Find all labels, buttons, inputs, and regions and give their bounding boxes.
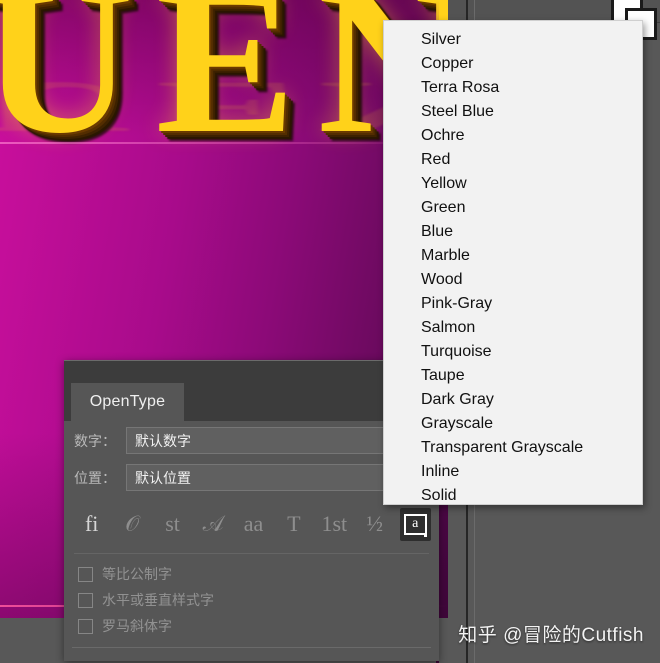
opentype-divider [74,553,429,554]
alternate-glyph-box: a [403,513,427,535]
stylistic-alternates-icon[interactable]: aa [238,508,269,541]
ordinals-icon[interactable]: 1st [319,508,350,541]
standard-ligatures-icon[interactable]: fi [76,508,107,541]
dropdown-item-copper[interactable]: Copper [384,52,642,76]
dropdown-item-salmon[interactable]: Salmon [384,316,642,340]
dropdown-item-green[interactable]: Green [384,196,642,220]
alternate-glyph-indicator-dot [423,533,427,537]
dropdown-item-turquoise[interactable]: Turquoise [384,340,642,364]
style-preset-dropdown[interactable]: Silver Copper Terra Rosa Steel Blue Ochr… [383,20,643,505]
dropdown-item-silver[interactable]: Silver [384,28,642,52]
dropdown-item-wood[interactable]: Wood [384,268,642,292]
checkbox-label-proportional-metrics: 等比公制字 [102,566,172,582]
alternate-glyph-icon[interactable]: a [399,507,431,541]
opentype-feature-icon-row: fi 𝒪 st 𝒜 aa T 1st ½ a [76,503,431,545]
numbers-field-label: 数字： [74,432,116,449]
watermark-text: 知乎 @冒险的Cutfish [458,625,644,646]
dropdown-item-inline[interactable]: Inline [384,460,642,484]
dropdown-item-red[interactable]: Red [384,148,642,172]
discretionary-ligatures-icon[interactable]: st [157,508,188,541]
checkbox-row-roman-italics[interactable]: 罗马斜体字 [78,613,418,639]
titling-alternates-icon[interactable]: T [278,508,309,541]
checkbox-roman-italics[interactable] [78,618,93,634]
dropdown-item-yellow[interactable]: Yellow [384,172,642,196]
dropdown-item-transparent-grayscale[interactable]: Transparent Grayscale [384,436,642,460]
dropdown-item-solid[interactable]: Solid [384,484,642,508]
dropdown-item-pink-gray[interactable]: Pink-Gray [384,292,642,316]
dropdown-item-marble[interactable]: Marble [384,244,642,268]
dropdown-item-dark-gray[interactable]: Dark Gray [384,388,642,412]
opentype-panel-bottom-rule [72,647,431,648]
tab-opentype[interactable]: OpenType [71,383,184,421]
dropdown-item-terra-rosa[interactable]: Terra Rosa [384,76,642,100]
dropdown-item-blue[interactable]: Blue [384,220,642,244]
contextual-alternates-icon[interactable]: 𝒪 [116,508,147,541]
artwork-reflection-line [0,142,448,144]
position-field-label: 位置： [74,469,116,486]
dropdown-item-steel-blue[interactable]: Steel Blue [384,100,642,124]
dropdown-item-grayscale[interactable]: Grayscale [384,412,642,436]
fractions-icon[interactable]: ½ [359,508,390,541]
checkbox-proportional-metrics[interactable] [78,566,93,582]
checkbox-label-horizontal-vertical: 水平或垂直样式字 [102,592,214,608]
dropdown-item-ochre[interactable]: Ochre [384,124,642,148]
dropdown-item-taupe[interactable]: Taupe [384,364,642,388]
swash-icon[interactable]: 𝒜 [197,508,228,541]
checkbox-horizontal-vertical[interactable] [78,592,93,608]
checkbox-row-proportional-metrics[interactable]: 等比公制字 [78,561,418,587]
checkbox-label-roman-italics: 罗马斜体字 [102,618,172,634]
checkbox-row-horizontal-vertical[interactable]: 水平或垂直样式字 [78,587,418,613]
